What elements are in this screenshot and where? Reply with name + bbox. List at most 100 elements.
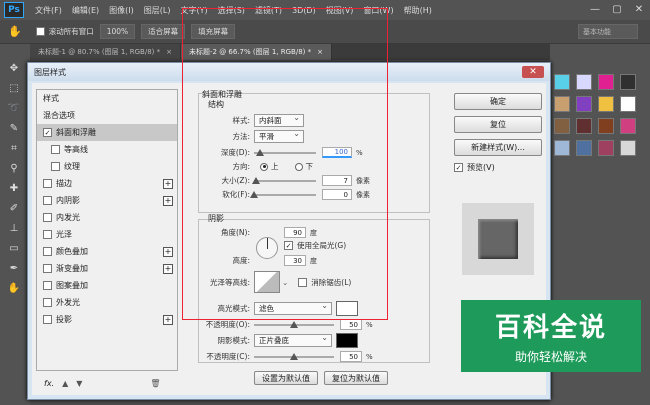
move-down-icon[interactable]: ▼ (76, 379, 82, 388)
style-swatch[interactable] (620, 96, 636, 112)
add-effect-icon[interactable]: + (163, 263, 173, 274)
pen-tool-icon[interactable]: ✒ (6, 260, 22, 276)
style-checkbox[interactable] (43, 179, 52, 188)
shadow-opacity-slider[interactable] (254, 352, 334, 360)
healing-tool-icon[interactable]: ✚ (6, 180, 22, 196)
style-swatch[interactable] (576, 74, 592, 90)
highlight-opacity-thumb[interactable] (290, 320, 298, 328)
crop-tool-icon[interactable]: ⌗ (6, 140, 22, 156)
menu-file[interactable]: 文件(F) (30, 5, 67, 16)
style-list-item[interactable]: 内发光 (37, 209, 177, 226)
lasso-tool-icon[interactable]: ➰ (6, 100, 22, 116)
menu-edit[interactable]: 编辑(E) (67, 5, 104, 16)
style-item-label: 光泽 (56, 230, 72, 239)
style-list-item[interactable]: 混合选项 (37, 107, 177, 124)
highlight-opacity-slider[interactable] (254, 320, 334, 328)
style-checkbox[interactable] (43, 315, 52, 324)
style-swatch[interactable] (554, 96, 570, 112)
workspace-select[interactable]: 基本功能 (578, 24, 638, 39)
style-list-item[interactable]: 等高线 (37, 141, 177, 158)
set-default-button[interactable]: 设置为默认值 (254, 371, 318, 385)
fit-screen-button[interactable]: 适合屏幕 (141, 24, 186, 39)
style-checkbox[interactable] (43, 213, 52, 222)
style-swatch[interactable] (554, 74, 570, 90)
add-effect-icon[interactable]: + (163, 195, 173, 206)
style-list-item[interactable]: 渐变叠加 + (37, 260, 177, 277)
fx-icon[interactable]: fx. (44, 379, 54, 388)
style-item-label: 等高线 (64, 145, 88, 154)
tab-document-1[interactable]: 未标题-1 @ 80.7% (图层 1, RGB/8) * × (30, 44, 181, 60)
new-style-button[interactable]: 新建样式(W)... (454, 139, 542, 156)
menu-image[interactable]: 图像(I) (104, 5, 139, 16)
style-swatch[interactable] (620, 74, 636, 90)
style-swatch[interactable] (554, 140, 570, 156)
style-swatch[interactable] (598, 96, 614, 112)
style-list-item[interactable]: 内阴影 + (37, 192, 177, 209)
stamp-tool-icon[interactable]: ⊥ (6, 220, 22, 236)
add-effect-icon[interactable]: + (163, 178, 173, 189)
style-swatch[interactable] (620, 118, 636, 134)
style-checkbox[interactable]: ✓ (43, 128, 52, 137)
style-swatch[interactable] (598, 118, 614, 134)
style-list-item[interactable]: 样式 (37, 90, 177, 107)
scroll-all-option[interactable]: 滚动所有窗口 (35, 26, 94, 37)
style-checkbox[interactable] (43, 281, 52, 290)
add-effect-icon[interactable]: + (163, 314, 173, 325)
style-checkbox[interactable] (43, 196, 52, 205)
style-swatch[interactable] (554, 118, 570, 134)
style-swatch[interactable] (598, 74, 614, 90)
style-list-item[interactable]: 光泽 (37, 226, 177, 243)
eyedropper-tool-icon[interactable]: ⚲ (6, 160, 22, 176)
close-window-button[interactable]: ✕ (628, 0, 650, 18)
hand-tool-icon[interactable]: ✋ (8, 25, 22, 38)
move-up-icon[interactable]: ▲ (62, 379, 68, 388)
style-swatch[interactable] (620, 140, 636, 156)
reset-default-button[interactable]: 复位为默认值 (324, 371, 388, 385)
style-list-item[interactable]: 图案叠加 (37, 277, 177, 294)
dialog-close-button[interactable]: ✕ (522, 66, 544, 78)
preview-checkbox[interactable]: ✓ (454, 163, 463, 172)
style-swatch[interactable] (598, 140, 614, 156)
maximize-button[interactable]: ▢ (606, 0, 628, 18)
ok-button[interactable]: 确定 (454, 93, 542, 110)
style-checkbox[interactable] (43, 264, 52, 273)
style-checkbox[interactable] (43, 247, 52, 256)
highlight-annotation (182, 8, 388, 320)
style-checkbox[interactable] (51, 145, 60, 154)
move-tool-icon[interactable]: ✥ (6, 60, 22, 76)
style-item-label: 图案叠加 (56, 281, 88, 290)
eraser-tool-icon[interactable]: ▭ (6, 240, 22, 256)
style-list-item[interactable]: 外发光 (37, 294, 177, 311)
minimize-button[interactable]: — (584, 0, 606, 18)
shadow-color-swatch[interactable] (336, 333, 358, 348)
style-list-item[interactable]: 纹理 (37, 158, 177, 175)
style-list-item[interactable]: 描边 + (37, 175, 177, 192)
preview-option[interactable]: ✓ 预览(V) (454, 162, 542, 173)
style-list-item[interactable]: ✓ 斜面和浮雕 (37, 124, 177, 141)
style-checkbox[interactable] (43, 230, 52, 239)
shadow-opacity-thumb[interactable] (290, 352, 298, 360)
shadow-opacity-input[interactable]: 50 (340, 351, 362, 362)
reset-button[interactable]: 复位 (454, 116, 542, 133)
brush-tool-icon[interactable]: ✐ (6, 200, 22, 216)
window-controls: — ▢ ✕ (584, 0, 650, 18)
style-checkbox[interactable] (51, 162, 60, 171)
menu-layer[interactable]: 图层(L) (139, 5, 176, 16)
marquee-tool-icon[interactable]: ⬚ (6, 80, 22, 96)
zoom-100-button[interactable]: 100% (99, 24, 136, 39)
hand-tool-icon[interactable]: ✋ (6, 280, 22, 296)
menu-help[interactable]: 帮助(H) (399, 5, 437, 16)
trash-icon[interactable]: 🗑 (150, 379, 160, 388)
style-list-item[interactable]: 投影 + (37, 311, 177, 328)
add-effect-icon[interactable]: + (163, 246, 173, 257)
style-swatch[interactable] (576, 118, 592, 134)
highlight-opacity-input[interactable]: 50 (340, 319, 362, 330)
shadow-mode-select[interactable]: 正片叠底 (254, 333, 332, 347)
tab-close-icon[interactable]: × (166, 48, 172, 56)
style-list-item[interactable]: 颜色叠加 + (37, 243, 177, 260)
quick-select-tool-icon[interactable]: ✎ (6, 120, 22, 136)
scroll-all-checkbox[interactable] (35, 27, 45, 36)
style-swatch[interactable] (576, 96, 592, 112)
style-swatch[interactable] (576, 140, 592, 156)
style-checkbox[interactable] (43, 298, 52, 307)
